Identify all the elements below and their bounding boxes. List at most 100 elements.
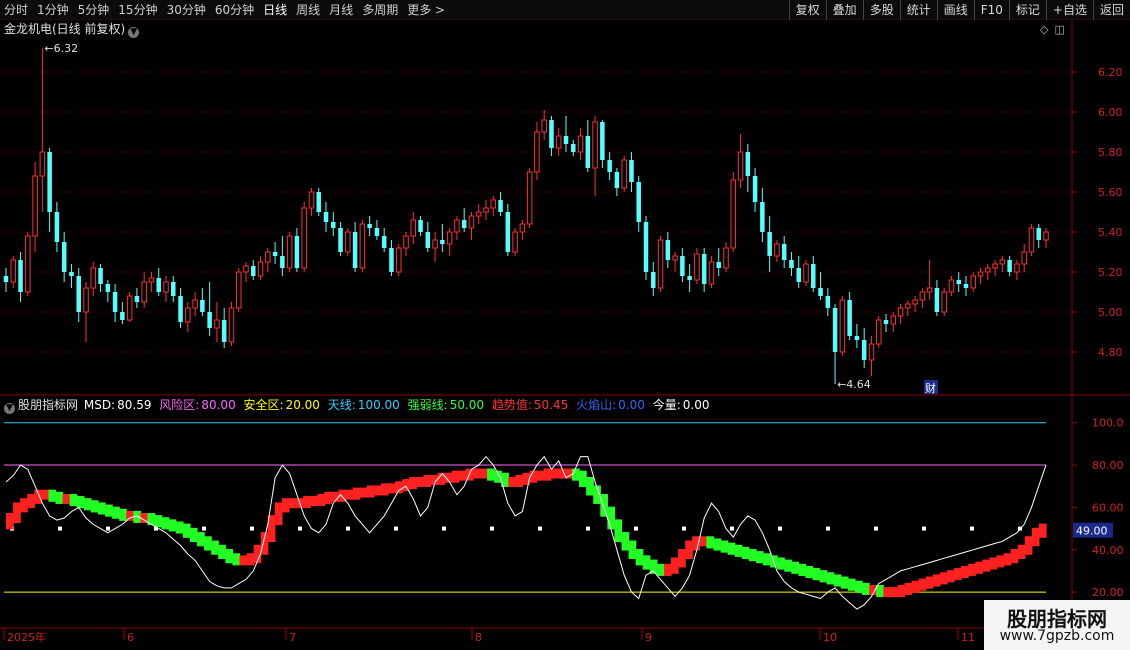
candle-body xyxy=(1007,260,1012,272)
candle-body xyxy=(359,223,366,269)
candle-body xyxy=(235,271,242,309)
trend-segment xyxy=(97,502,106,515)
trend-segment xyxy=(41,489,50,500)
candle-body xyxy=(687,276,692,280)
trend-segment xyxy=(939,572,948,585)
candle-body xyxy=(811,264,816,288)
trend-segment xyxy=(105,504,113,517)
candle-body xyxy=(723,247,729,269)
candle-body xyxy=(672,255,678,261)
ind-tick-label: 60.00 xyxy=(1092,501,1124,514)
candle-body xyxy=(10,259,17,283)
trend-segment xyxy=(798,563,807,576)
candle-body xyxy=(483,207,489,213)
legend-safe: 安全区: 20.00 xyxy=(243,398,320,412)
legend-risk: 风险区: 80.00 xyxy=(159,398,236,412)
candle-body xyxy=(825,296,831,308)
diamond-icon[interactable]: ◇ xyxy=(1040,23,1048,36)
x-tick-label: 2025年 xyxy=(7,630,46,644)
trend-segment xyxy=(932,574,941,587)
candle-body xyxy=(301,207,307,269)
candle-body xyxy=(134,296,140,302)
trend-segment xyxy=(303,496,311,509)
trend-segment xyxy=(373,485,382,496)
candle-body xyxy=(490,199,497,209)
candle-body xyxy=(1021,251,1027,265)
watermark-url: www.7gpzb.com xyxy=(999,628,1115,644)
candle-body xyxy=(789,260,794,268)
indicator-menu-icon[interactable]: ▼ xyxy=(4,403,15,414)
trend-segment xyxy=(1010,549,1019,564)
strength-dot xyxy=(442,526,446,531)
candle-body xyxy=(752,176,758,202)
candle-body xyxy=(992,263,998,269)
trend-segment xyxy=(416,477,425,487)
trend-segment xyxy=(218,544,226,559)
trend-segment xyxy=(458,470,467,481)
chart-canvas[interactable]: 6.20 6.00 5.80 5.60 5.40 5.20 5.00 4.80 ←6.32 ←4.… xyxy=(0,0,1130,650)
trend-segment xyxy=(83,498,92,511)
trend-segment xyxy=(112,506,120,519)
candle-body xyxy=(905,303,911,309)
candle-body xyxy=(338,228,343,252)
trend-segment xyxy=(614,519,623,543)
candle-body xyxy=(651,272,656,288)
chart-corner-icons: ◇ ◫ xyxy=(1040,23,1071,36)
trend-segment xyxy=(550,468,559,479)
candle-body xyxy=(98,268,103,284)
trend-segment xyxy=(656,563,665,576)
trend-segment xyxy=(423,474,432,487)
candle-body xyxy=(897,307,904,317)
candle-body xyxy=(963,284,969,288)
candle-body xyxy=(352,232,358,268)
trend-segment xyxy=(310,496,318,507)
candle-body xyxy=(585,136,591,168)
trend-segment xyxy=(395,481,403,494)
main-chart-title[interactable]: 金龙机电(日线 前复权) ▼ xyxy=(4,21,140,38)
trend-segment xyxy=(48,489,57,502)
trend-segment xyxy=(274,502,283,526)
trend-segment xyxy=(366,485,375,498)
trend-segment xyxy=(862,582,870,595)
chevron-down-icon[interactable]: ▼ xyxy=(128,27,140,38)
legend-trend: 趋势值: 50.45 xyxy=(491,398,569,412)
candle-body xyxy=(985,267,991,273)
candle-body xyxy=(941,291,947,313)
candle-body xyxy=(701,254,707,284)
trend-segment xyxy=(819,570,828,583)
trend-segment xyxy=(805,565,814,579)
candle-body xyxy=(948,279,955,293)
trend-segment xyxy=(175,521,184,534)
panel-toggle-icon[interactable]: ◫ xyxy=(1054,23,1064,36)
candle-body xyxy=(912,299,918,305)
candle-body xyxy=(381,236,387,248)
candle-body xyxy=(636,182,641,222)
candle-body xyxy=(549,120,554,148)
candle-body xyxy=(76,276,81,312)
trend-segment xyxy=(635,549,644,566)
strength-dot xyxy=(538,526,542,531)
trend-segment xyxy=(260,532,269,555)
candle-body xyxy=(105,284,111,292)
candle-body xyxy=(774,243,780,257)
candle-body xyxy=(61,242,67,272)
candle-body xyxy=(440,240,445,244)
candle-body xyxy=(890,315,897,325)
candle-body xyxy=(47,152,52,212)
candle-body xyxy=(280,256,285,268)
candle-body xyxy=(69,272,74,276)
candle-body xyxy=(126,295,133,321)
trend-segment xyxy=(586,477,594,496)
finance-badge[interactable]: 财 xyxy=(925,381,936,395)
candle-body xyxy=(577,135,584,153)
trend-segment xyxy=(763,553,771,566)
price-tick-label: 6.00 xyxy=(1098,106,1123,119)
trend-segment xyxy=(246,553,255,566)
trend-segment xyxy=(69,493,78,507)
trend-segment xyxy=(579,470,587,487)
trend-segment xyxy=(968,563,976,576)
trend-segment xyxy=(713,538,722,551)
trend-segment xyxy=(232,553,241,566)
trend-segment xyxy=(671,557,679,574)
indicator-name[interactable]: 股朋指标网 xyxy=(18,398,78,412)
